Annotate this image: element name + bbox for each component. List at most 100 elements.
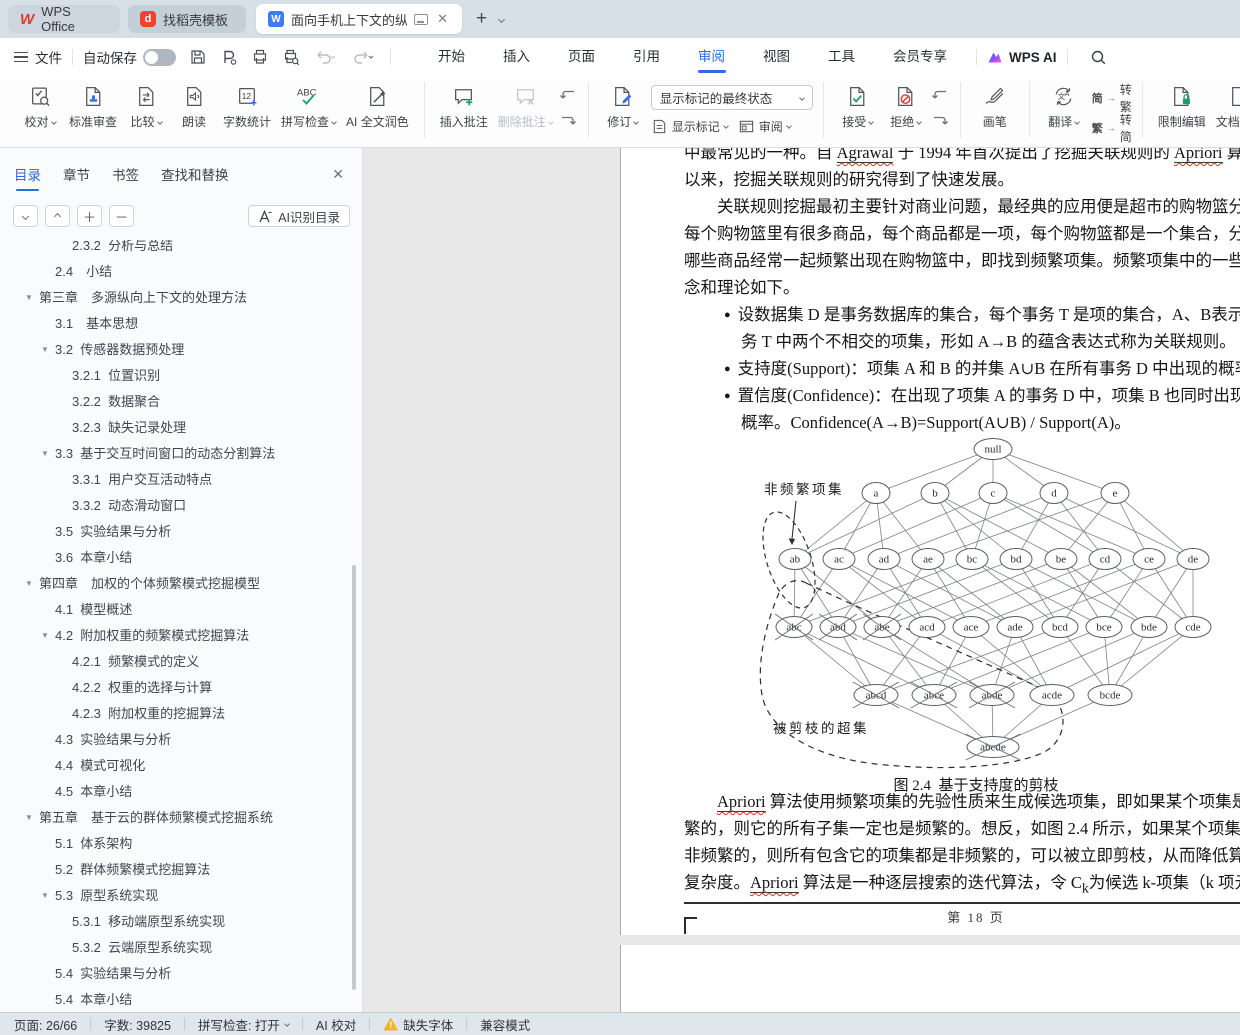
toc-item[interactable]: 3.6 本章小结 <box>0 545 354 571</box>
pane-close-icon[interactable]: ✕ <box>332 166 344 183</box>
reject-changes-button[interactable]: 拒绝 <box>882 80 930 130</box>
toc-item[interactable]: 5.2 群体频繁模式挖掘算法 <box>0 857 354 883</box>
menu-tab-5[interactable]: 视图 <box>744 39 809 75</box>
toc-item[interactable]: 3.2.1 位置识别 <box>0 363 354 389</box>
pane-tab-2[interactable]: 书签 <box>112 164 139 191</box>
undo-icon[interactable] <box>313 48 337 66</box>
toc-item[interactable]: 2.3.2 分析与总结 <box>0 240 354 259</box>
document-page-next[interactable] <box>620 945 1240 1012</box>
menu-tab-6[interactable]: 工具 <box>809 39 874 75</box>
menu-tab-4[interactable]: 审阅 <box>679 39 744 75</box>
toc-item[interactable]: 3.3.1 用户交互活动特点 <box>0 467 354 493</box>
traditional-to-simplified-button[interactable]: 繁→ 转简 <box>1092 117 1132 139</box>
proofread-button[interactable]: 校对 <box>16 80 64 130</box>
spellcheck-indicator[interactable]: 拼写检查: 打开 <box>198 1015 289 1034</box>
standard-review-button[interactable]: 标准审查 <box>64 80 122 130</box>
spell-check-button[interactable]: ABC 拼写检查 <box>276 80 341 130</box>
ai-polish-button[interactable]: AI 全文润色 <box>341 80 414 130</box>
collapse-all-button[interactable] <box>45 205 70 227</box>
collapse-arrow-icon[interactable]: ▼ <box>41 337 49 363</box>
toc-item[interactable]: 5.3.1 移动端原型系统实现 <box>0 909 354 935</box>
accept-changes-button[interactable]: 接受 <box>834 80 882 130</box>
menu-tab-1[interactable]: 插入 <box>484 39 549 75</box>
compatibility-mode-indicator[interactable]: 兼容模式 <box>480 1015 530 1034</box>
toc-item[interactable]: ▼第四章 加权的个体频繁模式挖掘模型 <box>0 571 354 597</box>
compare-button[interactable]: 比较 <box>122 80 170 130</box>
reviewers-button[interactable]: 审阅 <box>738 115 791 137</box>
toc-item[interactable]: 5.3.2 云端原型系统实现 <box>0 935 354 961</box>
menu-tab-0[interactable]: 开始 <box>419 39 484 75</box>
menu-tab-7[interactable]: 会员专享 <box>874 39 966 75</box>
tab-list-dropdown-icon[interactable] <box>498 15 505 22</box>
toc-item[interactable]: ▼第五章 基于云的群体频繁模式挖掘系统 <box>0 805 354 831</box>
next-change-icon[interactable] <box>930 112 950 132</box>
export-pdf-icon[interactable] <box>220 48 238 66</box>
collapse-arrow-icon[interactable]: ▼ <box>25 571 33 597</box>
insert-comment-button[interactable]: 插入批注 <box>435 80 493 130</box>
menu-tab-2[interactable]: 页面 <box>549 39 614 75</box>
toc-item[interactable]: 4.5 本章小结 <box>0 779 354 805</box>
word-count-button[interactable]: 12 字数统计 <box>218 80 276 130</box>
print-icon[interactable] <box>251 48 269 66</box>
toc-item[interactable]: ▼第三章 多源纵向上下文的处理方法 <box>0 285 354 311</box>
toc-item[interactable]: ▼5.3 原型系统实现 <box>0 883 354 909</box>
menu-tab-3[interactable]: 引用 <box>614 39 679 75</box>
toc-item[interactable]: ▼3.2 传感器数据预处理 <box>0 337 354 363</box>
document-permission-button[interactable]: 文档权限 <box>1211 80 1240 130</box>
pane-tab-3[interactable]: 查找和替换 <box>161 164 229 191</box>
hamburger-menu-icon[interactable] <box>14 49 28 66</box>
search-icon[interactable] <box>1090 49 1107 66</box>
read-aloud-button[interactable]: 朗读 <box>170 80 218 130</box>
document-page-18[interactable]: 中最常见的一种。自 Agrawal 于 1994 年首次提出了挖掘关联规则的 A… <box>620 148 1240 935</box>
toc-item[interactable]: ▼3.3 基于交互时间窗口的动态分割算法 <box>0 441 354 467</box>
pane-tab-0[interactable]: 目录 <box>14 164 41 191</box>
tab-active-document[interactable]: W 面向手机上下文的纵向多源数 ✕ <box>256 4 462 34</box>
toc-item[interactable]: 4.1 模型概述 <box>0 597 354 623</box>
missing-font-indicator[interactable]: ! 缺失字体 <box>383 1015 453 1034</box>
autosave-toggle[interactable] <box>143 49 176 66</box>
collapse-arrow-icon[interactable]: ▼ <box>25 805 33 831</box>
zoom-out-level-button[interactable]: － <box>109 205 134 227</box>
restrict-editing-button[interactable]: 限制编辑 <box>1153 80 1211 130</box>
next-comment-icon[interactable] <box>558 112 578 132</box>
previous-change-icon[interactable] <box>930 86 950 106</box>
toc-item[interactable]: 3.2.3 缺失记录处理 <box>0 415 354 441</box>
tab-close-icon[interactable]: ✕ <box>435 11 450 27</box>
toc-item[interactable]: 4.2.3 附加权重的挖掘算法 <box>0 701 354 727</box>
toc-item[interactable]: 3.1 基本思想 <box>0 311 354 337</box>
word-count-indicator[interactable]: 字数: 39825 <box>104 1015 171 1034</box>
toc-item[interactable]: 4.2.2 权重的选择与计算 <box>0 675 354 701</box>
tab-docer-templates[interactable]: d 找稻壳模板 <box>128 5 246 33</box>
save-icon[interactable] <box>189 48 207 66</box>
toc-item[interactable]: 5.1 体系架构 <box>0 831 354 857</box>
previous-comment-icon[interactable] <box>558 86 578 106</box>
expand-all-button[interactable] <box>13 205 38 227</box>
collapse-arrow-icon[interactable]: ▼ <box>25 285 33 311</box>
toc-item[interactable]: ▼4.2 附加权重的频繁模式挖掘算法 <box>0 623 354 649</box>
toc-scrollbar-thumb[interactable] <box>352 565 356 990</box>
print-preview-icon[interactable] <box>282 48 300 66</box>
translate-button[interactable]: 文A 翻译 <box>1040 80 1088 130</box>
collapse-arrow-icon[interactable]: ▼ <box>41 623 49 649</box>
toc-item[interactable]: 3.5 实验结果与分析 <box>0 519 354 545</box>
toc-item[interactable]: 3.2.2 数据聚合 <box>0 389 354 415</box>
tab-wps-home[interactable]: W WPS Office <box>8 5 120 33</box>
collapse-arrow-icon[interactable]: ▼ <box>41 441 49 467</box>
simplified-to-traditional-button[interactable]: 简→ 转繁 <box>1092 87 1132 109</box>
toc-item[interactable]: 3.3.2 动态滑动窗口 <box>0 493 354 519</box>
page-indicator[interactable]: 页面: 26/66 <box>14 1015 77 1034</box>
toc-item[interactable]: 4.2.1 频繁模式的定义 <box>0 649 354 675</box>
toc-item[interactable]: 5.4 本章小结 <box>0 987 354 1012</box>
show-markup-button[interactable]: 显示标记 <box>651 115 728 137</box>
ink-pen-button[interactable]: 画笔 <box>971 80 1019 130</box>
ai-proofread-indicator[interactable]: AI 校对 <box>316 1015 356 1034</box>
delete-comment-button[interactable]: 删除批注 <box>493 80 558 130</box>
track-changes-button[interactable]: 修订 <box>599 80 647 130</box>
redo-icon[interactable] <box>350 48 374 66</box>
zoom-in-level-button[interactable]: ＋ <box>77 205 102 227</box>
collapse-arrow-icon[interactable]: ▼ <box>41 883 49 909</box>
markup-state-select[interactable]: 显示标记的最终状态 <box>651 85 813 110</box>
toc-item[interactable]: 2.4 小结 <box>0 259 354 285</box>
toc-item[interactable]: 4.3 实验结果与分析 <box>0 727 354 753</box>
new-tab-button[interactable]: + <box>476 8 487 30</box>
